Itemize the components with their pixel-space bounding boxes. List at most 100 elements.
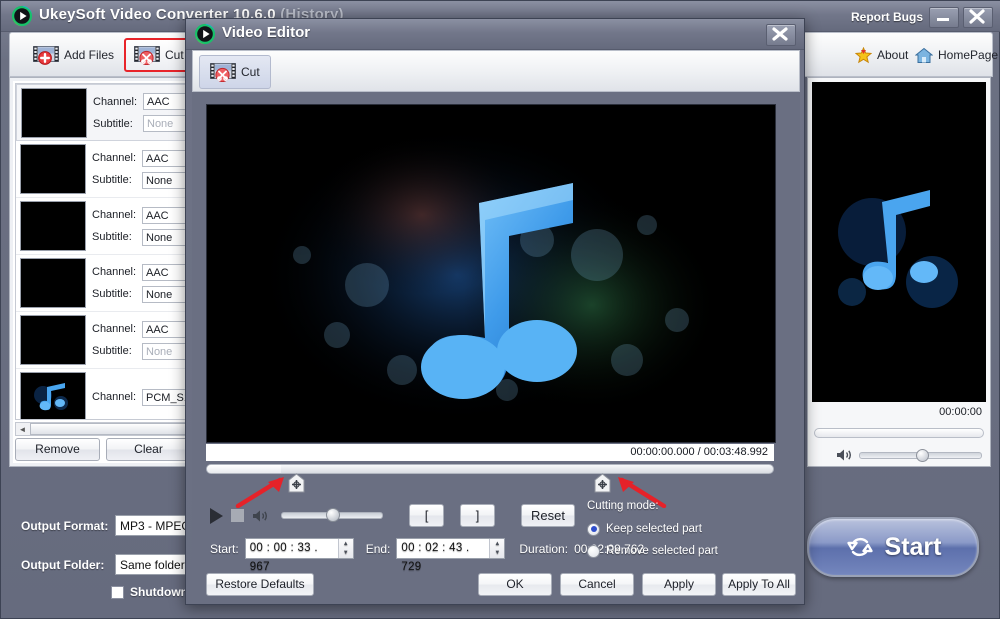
close-button[interactable]: [963, 7, 993, 28]
trim-end-handle[interactable]: [594, 473, 611, 493]
remove-button[interactable]: Remove: [15, 438, 100, 461]
reset-button[interactable]: Reset: [521, 504, 575, 527]
report-bugs-link[interactable]: Report Bugs: [851, 10, 923, 24]
shutdown-checkbox[interactable]: [111, 586, 124, 599]
shutdown-row[interactable]: Shutdown: [111, 585, 188, 599]
end-time-value[interactable]: 00 : 02 : 43 . 729: [397, 539, 489, 558]
cutting-mode-option-keep[interactable]: Keep selected part: [587, 518, 718, 540]
list-item[interactable]: Channel: AAC Subtitle: None: [16, 198, 190, 255]
restore-defaults-button[interactable]: Restore Defaults: [206, 573, 314, 596]
music-note-video-icon: [207, 105, 775, 442]
dialog-titlebar: Video Editor: [186, 19, 804, 50]
channel-field: Channel: AAC: [92, 204, 190, 226]
channel-field: Channel: AAC: [92, 261, 190, 283]
add-files-label: Add Files: [64, 48, 114, 62]
scroll-left-arrow-icon[interactable]: ◄: [16, 423, 29, 435]
file-thumbnail: [20, 315, 86, 365]
music-note-preview-icon: [812, 82, 986, 402]
channel-value[interactable]: AAC: [142, 264, 190, 281]
channel-value[interactable]: PCM_S16: [142, 389, 190, 406]
spin-up-icon[interactable]: ▲: [490, 539, 504, 549]
channel-value[interactable]: AAC: [142, 150, 190, 167]
file-list[interactable]: Channel: AAC Subtitle: None Channel:: [15, 83, 191, 420]
subtitle-label: Subtitle:: [93, 118, 143, 130]
file-fields: Channel: AAC Subtitle: None: [92, 147, 190, 191]
radio-remove-selected[interactable]: [587, 545, 600, 558]
ok-button[interactable]: OK: [478, 573, 552, 596]
file-thumbnail: [20, 144, 86, 194]
list-item[interactable]: Channel: PCM_S16: [16, 369, 190, 420]
subtitle-value[interactable]: None: [142, 229, 190, 246]
end-time-spin-arrows[interactable]: ▲ ▼: [489, 539, 504, 558]
cut-button[interactable]: Cut: [124, 38, 194, 72]
cut-label: Cut: [165, 48, 184, 62]
play-icon[interactable]: [210, 508, 223, 524]
output-folder-label: Output Folder:: [21, 558, 104, 572]
apply-to-all-button[interactable]: Apply To All: [722, 573, 796, 596]
trim-start-handle[interactable]: [288, 473, 305, 493]
cancel-button[interactable]: Cancel: [560, 573, 634, 596]
file-list-panel: Channel: AAC Subtitle: None Channel:: [9, 77, 197, 467]
subtitle-label: Subtitle:: [92, 345, 142, 357]
duration-label: Duration:: [519, 542, 568, 556]
mark-out-button[interactable]: ]: [460, 504, 495, 527]
transport-controls: [ ] Reset: [210, 504, 575, 527]
start-time-value[interactable]: 00 : 00 : 33 . 967: [246, 539, 338, 558]
channel-label: Channel:: [92, 209, 142, 221]
dialog-tab-cut[interactable]: Cut: [199, 55, 271, 89]
editor-preview-video[interactable]: [206, 104, 776, 443]
mark-in-button[interactable]: [: [409, 504, 444, 527]
file-fields: Channel: PCM_S16: [92, 386, 190, 408]
subtitle-label: Subtitle:: [92, 231, 142, 243]
preview-seek-bar[interactable]: [814, 428, 984, 438]
file-list-horizontal-scrollbar[interactable]: ◄: [15, 422, 191, 436]
list-item[interactable]: Channel: AAC Subtitle: None: [16, 312, 190, 369]
dialog-close-button[interactable]: [766, 24, 796, 46]
spin-down-icon[interactable]: ▼: [339, 549, 353, 559]
dialog-footer: Restore Defaults OK Cancel Apply Apply T…: [192, 573, 798, 596]
scrollbar-thumb[interactable]: [30, 423, 189, 435]
channel-value[interactable]: AAC: [142, 207, 190, 224]
channel-field: Channel: PCM_S16: [92, 386, 190, 408]
list-item[interactable]: Channel: AAC Subtitle: None: [16, 141, 190, 198]
preview-video[interactable]: [812, 82, 986, 402]
volume-slider-knob[interactable]: [326, 508, 340, 522]
apply-button[interactable]: Apply: [642, 573, 716, 596]
subtitle-field: Subtitle: None: [92, 169, 190, 191]
clear-button[interactable]: Clear: [106, 438, 191, 461]
subtitle-value[interactable]: None: [142, 172, 190, 189]
channel-value[interactable]: AAC: [142, 321, 190, 338]
spin-down-icon[interactable]: ▼: [490, 549, 504, 559]
preview-volume-slider[interactable]: [859, 452, 982, 459]
start-button[interactable]: Start: [807, 517, 979, 577]
homepage-button[interactable]: HomePage: [906, 38, 1000, 72]
film-plus-icon: [33, 45, 59, 65]
add-files-button[interactable]: Add Files: [24, 38, 123, 72]
radio-keep-selected[interactable]: [587, 523, 600, 536]
channel-field: Channel: AAC: [92, 318, 190, 340]
stop-icon[interactable]: [231, 509, 244, 522]
subtitle-value[interactable]: None: [143, 115, 189, 132]
start-time-spin-arrows[interactable]: ▲ ▼: [338, 539, 353, 558]
editor-volume-slider[interactable]: [281, 512, 383, 519]
spin-up-icon[interactable]: ▲: [339, 539, 353, 549]
minimize-button[interactable]: [929, 7, 959, 28]
subtitle-value[interactable]: None: [142, 343, 190, 360]
list-item[interactable]: Channel: AAC Subtitle: None: [16, 84, 190, 141]
end-time-stepper[interactable]: 00 : 02 : 43 . 729 ▲ ▼: [396, 538, 505, 559]
list-item[interactable]: Channel: AAC Subtitle: None: [16, 255, 190, 312]
cutting-mode-option-remove[interactable]: Remove selected part: [587, 540, 718, 562]
file-thumbnail: [21, 88, 87, 138]
start-time-stepper[interactable]: 00 : 00 : 33 . 967 ▲ ▼: [245, 538, 354, 559]
end-time-label: End:: [366, 542, 391, 556]
subtitle-value[interactable]: None: [142, 286, 190, 303]
trim-slider-fill: [207, 465, 281, 473]
volume-slider-knob[interactable]: [916, 449, 929, 462]
channel-value[interactable]: AAC: [143, 93, 189, 110]
music-note-thumb-icon: [21, 373, 85, 420]
speaker-icon[interactable]: [252, 509, 269, 523]
channel-label: Channel:: [92, 391, 142, 403]
subtitle-field: Subtitle: None: [93, 113, 189, 135]
file-thumbnail: [20, 258, 86, 308]
dialog-tab-cut-label: Cut: [241, 65, 260, 79]
